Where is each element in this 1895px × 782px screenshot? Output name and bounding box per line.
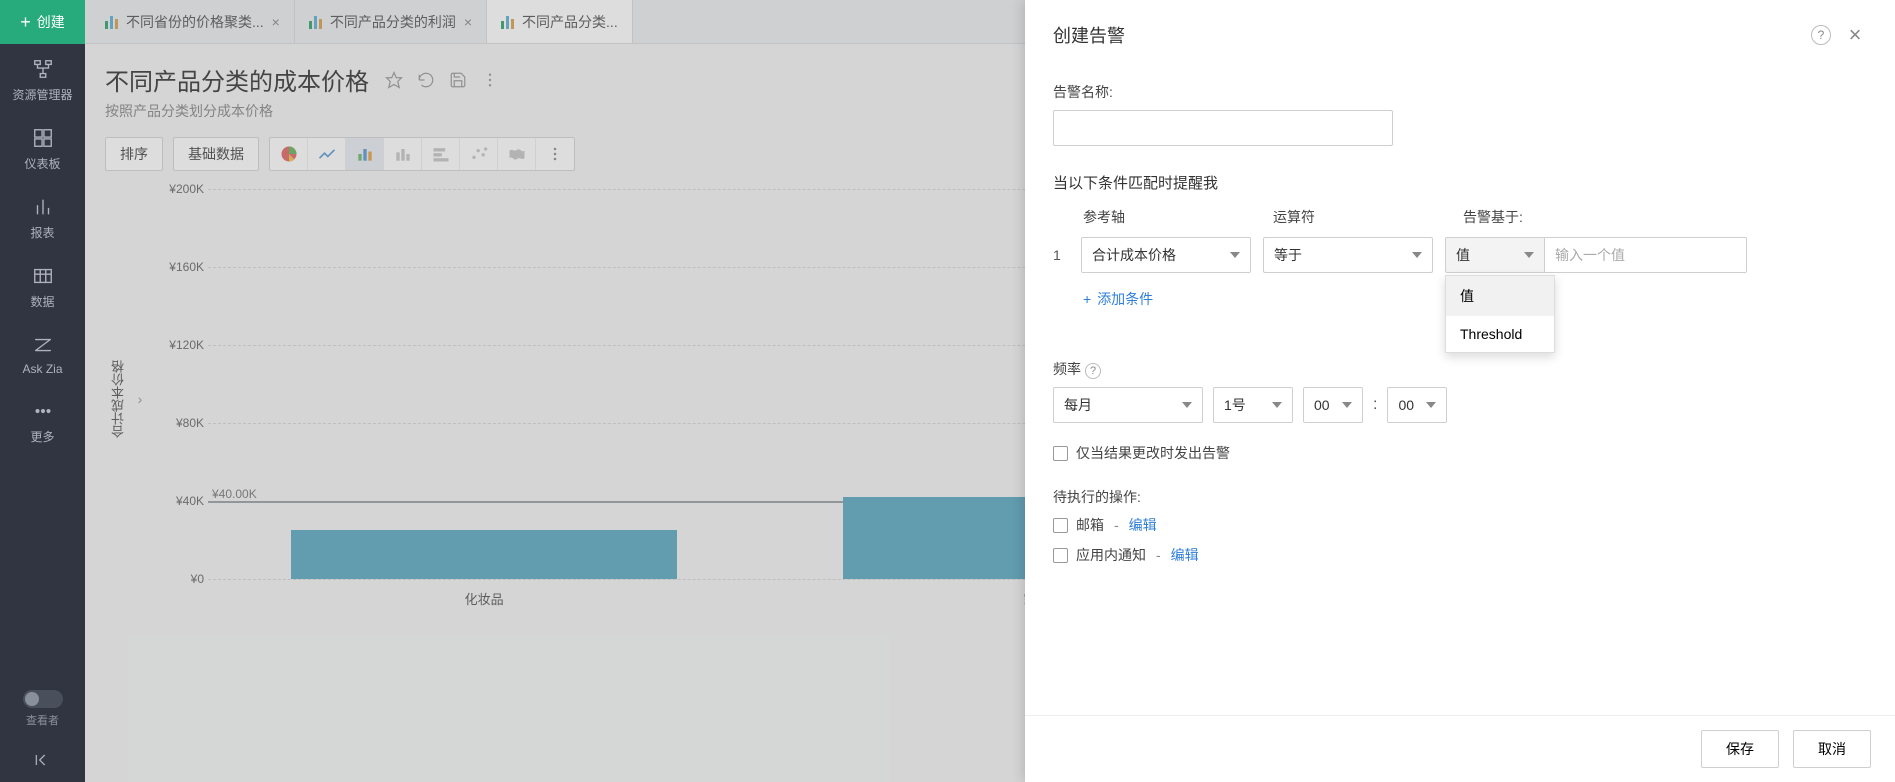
alert-name-label: 告警名称: [1053, 82, 1867, 102]
panel-body: 告警名称: 当以下条件匹配时提醒我 参考轴 运算符 告警基于: 1 合计成本价格… [1025, 58, 1895, 715]
panel-header: 创建告警 ? × [1025, 0, 1895, 58]
alert-based-on-select[interactable]: 值 [1445, 237, 1545, 273]
reference-axis-select[interactable]: 合计成本价格 [1081, 237, 1251, 273]
action-inapp-label: 应用内通知 [1076, 545, 1146, 565]
only-on-change-row: 仅当结果更改时发出告警 [1053, 443, 1867, 463]
create-alert-panel: 创建告警 ? × 告警名称: 当以下条件匹配时提醒我 参考轴 运算符 告警基于:… [1025, 0, 1895, 782]
panel-footer: 保存 取消 [1025, 715, 1895, 782]
col-op-label: 运算符 [1273, 207, 1443, 227]
nav-label: 报表 [30, 224, 54, 241]
main-area: 不同省份的价格聚类... × 不同产品分类的利润 × 不同产品分类... 不同产… [85, 0, 1895, 782]
cancel-button[interactable]: 取消 [1793, 730, 1871, 768]
plus-icon: + [1083, 291, 1091, 307]
nav-label: 仪表板 [24, 155, 60, 172]
condition-section-title: 当以下条件匹配时提醒我 [1053, 172, 1867, 193]
threshold-value-input[interactable] [1545, 237, 1747, 273]
nav-resource-manager[interactable]: 资源管理器 [0, 44, 85, 113]
alert-name-input[interactable] [1053, 110, 1393, 146]
close-icon[interactable]: × [1843, 23, 1867, 47]
condition-index: 1 [1053, 247, 1069, 263]
nav-dashboard[interactable]: 仪表板 [0, 113, 85, 182]
bars-icon [32, 196, 54, 218]
nav-label: Ask Zia [22, 362, 62, 376]
dots-icon [32, 400, 54, 422]
minute-select[interactable]: 00 [1387, 387, 1447, 423]
action-inapp-row: 应用内通知 - 编辑 [1053, 545, 1867, 565]
only-on-change-label: 仅当结果更改时发出告警 [1076, 443, 1230, 463]
time-colon: : [1373, 396, 1377, 414]
only-on-change-checkbox[interactable] [1053, 446, 1068, 461]
action-inapp-checkbox[interactable] [1053, 548, 1068, 563]
condition-column-headers: 参考轴 运算符 告警基于: [1053, 207, 1867, 227]
panel-title: 创建告警 [1053, 22, 1125, 48]
plus-icon: + [20, 12, 31, 33]
zia-icon [32, 334, 54, 356]
viewer-toggle[interactable] [23, 690, 63, 708]
operator-select[interactable]: 等于 [1263, 237, 1433, 273]
nav-data[interactable]: 数据 [0, 251, 85, 320]
tree-icon [32, 58, 54, 80]
nav-label: 资源管理器 [12, 86, 72, 103]
nav-ask-zia[interactable]: Ask Zia [0, 320, 85, 386]
create-button[interactable]: + 创建 [0, 0, 85, 44]
add-condition-label: 添加条件 [1097, 289, 1153, 309]
frequency-row: 每月 1号 00 : 00 [1053, 387, 1867, 423]
nav-label: 更多 [30, 428, 54, 445]
col-ref-label: 参考轴 [1083, 207, 1253, 227]
nav-label: 数据 [30, 293, 54, 310]
action-inapp-edit-link[interactable]: 编辑 [1171, 545, 1199, 565]
save-button[interactable]: 保存 [1701, 730, 1779, 768]
nav-reports[interactable]: 报表 [0, 182, 85, 251]
collapse-sidebar-button[interactable] [0, 742, 85, 778]
frequency-select[interactable]: 每月 [1053, 387, 1203, 423]
table-icon [32, 265, 54, 287]
nav-more[interactable]: 更多 [0, 386, 85, 455]
create-label: 创建 [37, 12, 65, 32]
dropdown-option-threshold[interactable]: Threshold [1446, 316, 1554, 352]
frequency-label: 频率? [1053, 359, 1867, 379]
viewer-toggle-label: 查看者 [26, 712, 59, 728]
alert-based-on-dropdown: 值 Threshold [1445, 275, 1555, 353]
action-email-edit-link[interactable]: 编辑 [1129, 515, 1157, 535]
action-email-row: 邮箱 - 编辑 [1053, 515, 1867, 535]
condition-row: 1 合计成本价格 等于 值 值 Threshold [1053, 237, 1867, 273]
dropdown-option-value[interactable]: 值 [1446, 276, 1554, 316]
action-email-label: 邮箱 [1076, 515, 1104, 535]
left-sidebar: + 创建 资源管理器 仪表板 报表 数据 Ask Zia 更多 [0, 0, 85, 782]
help-icon[interactable]: ? [1809, 23, 1833, 47]
day-select[interactable]: 1号 [1213, 387, 1293, 423]
hour-select[interactable]: 00 [1303, 387, 1363, 423]
grid-icon [32, 127, 54, 149]
help-icon[interactable]: ? [1085, 363, 1101, 379]
col-base-label: 告警基于: [1463, 207, 1563, 227]
action-email-checkbox[interactable] [1053, 518, 1068, 533]
actions-label: 待执行的操作: [1053, 487, 1867, 507]
